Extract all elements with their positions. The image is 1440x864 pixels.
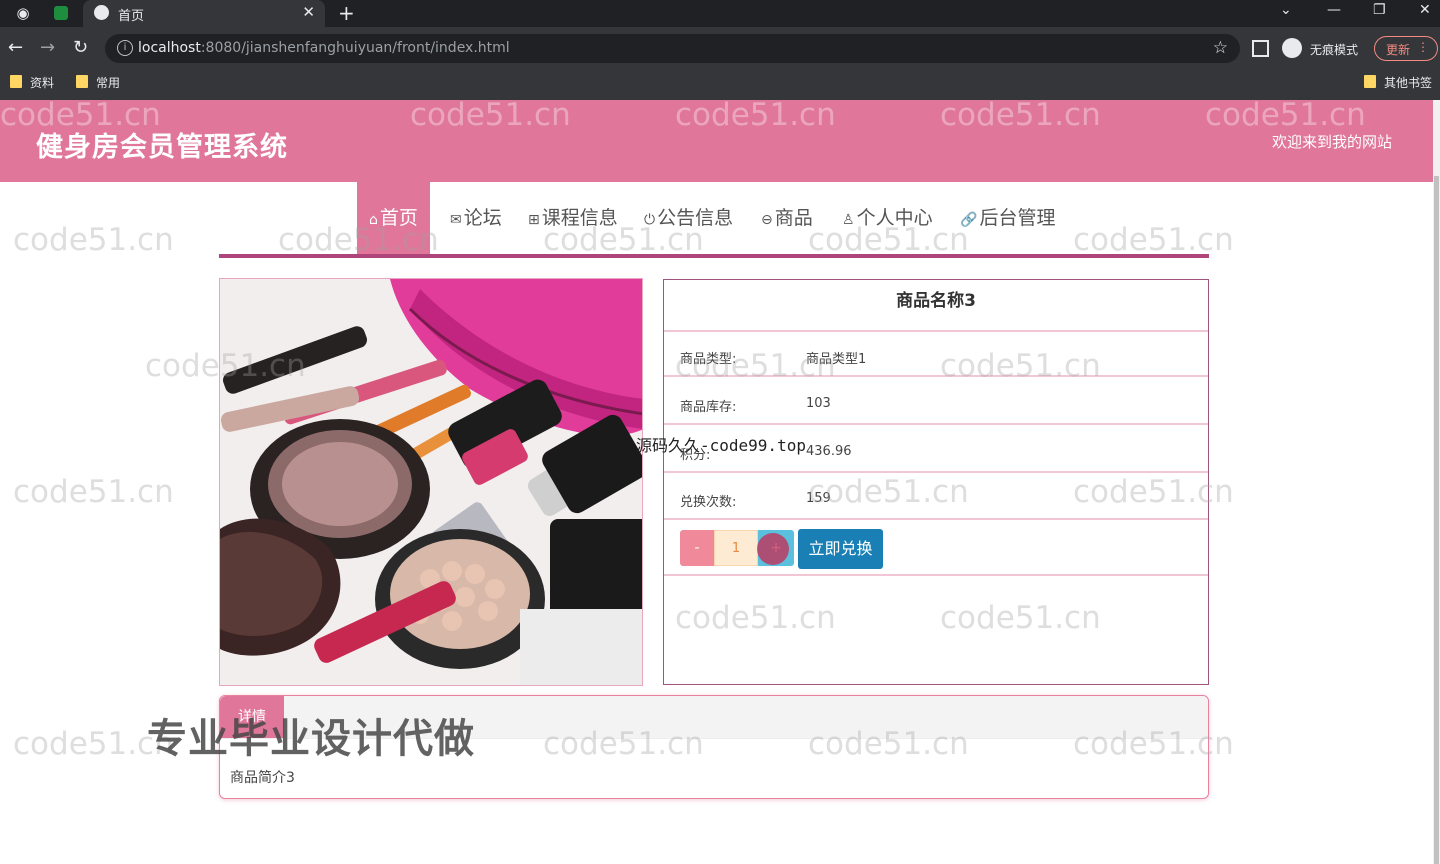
page-scrollbar[interactable] <box>1433 100 1440 864</box>
new-tab-button[interactable]: + <box>338 1 355 25</box>
watermark: code51.cn <box>278 222 439 258</box>
folder-icon <box>1364 75 1376 88</box>
watermark: code51.cn <box>675 348 836 384</box>
watermark: code51.cn <box>940 600 1101 636</box>
field-label: 商品库存: <box>680 400 737 415</box>
decrease-quantity-button[interactable]: - <box>680 530 714 566</box>
watermark: code51.cn <box>0 100 161 133</box>
globe-icon[interactable]: ◉ <box>14 4 32 22</box>
field-value: 436.96 <box>806 444 852 459</box>
watermark: code51.cn <box>1073 726 1234 762</box>
bookmark-star-icon[interactable]: ☆ <box>1213 38 1228 58</box>
field-value: 103 <box>806 396 831 411</box>
forward-arrow-icon[interactable]: → <box>40 37 55 58</box>
bookmark-folder-changyong[interactable]: 常用 <box>76 74 120 91</box>
tab-search-icon[interactable]: ⌄ <box>1280 2 1292 18</box>
watermark: code51.cn <box>543 726 704 762</box>
reload-icon[interactable]: ↻ <box>73 37 88 58</box>
incognito-icon[interactable] <box>1282 38 1302 58</box>
watermark: code51.cn <box>1205 100 1366 133</box>
watermark: code51.cn <box>13 474 174 510</box>
minimize-button[interactable]: — <box>1327 2 1341 18</box>
folder-icon <box>10 75 22 88</box>
nav-item-forum[interactable]: ✉ 论坛 <box>450 182 502 254</box>
close-window-button[interactable]: ✕ <box>1419 2 1431 18</box>
side-panel-icon[interactable] <box>1252 40 1269 57</box>
redeem-actions: - 1 + 立即兑换 <box>664 522 1208 576</box>
watermark: code51.cn <box>940 100 1101 133</box>
watermark: code51.cn <box>675 100 836 133</box>
watermark: code51.cn <box>808 726 969 762</box>
browser-tab-active[interactable]: 首页 ✕ <box>83 0 325 27</box>
product-intro-text: 商品简介3 <box>230 770 295 786</box>
bookmark-folder-ziliao[interactable]: 资料 <box>10 74 54 91</box>
url-text[interactable]: localhost:8080/jianshenfanghuiyuan/front… <box>138 40 510 56</box>
watermark: code51.cn <box>145 348 306 384</box>
folder-icon <box>76 75 88 88</box>
back-arrow-icon[interactable]: ← <box>8 37 23 58</box>
watermark: code51.cn <box>940 348 1101 384</box>
update-button[interactable]: 更新 ⋮ <box>1374 36 1438 61</box>
watermark: code51.cn <box>13 222 174 258</box>
ad-overlay-text: 专业毕业设计代做 <box>147 716 475 762</box>
redeem-now-button[interactable]: 立即兑换 <box>798 529 883 569</box>
browser-tab-bar: ◉ 首页 ✕ + ⌄ — ❐ ✕ <box>0 0 1440 27</box>
close-tab-icon[interactable]: ✕ <box>302 3 315 21</box>
menu-dots-icon[interactable]: ⋮ <box>1417 40 1429 54</box>
grid-icon: ⊞ <box>528 212 540 228</box>
address-bar[interactable]: i localhost:8080/jianshenfanghuiyuan/fro… <box>105 34 1240 63</box>
mail-icon: ✉ <box>450 212 462 228</box>
browser-toolbar: ← → ↻ i localhost:8080/jianshenfanghuiyu… <box>0 27 1440 70</box>
watermark: code51.cn <box>1073 222 1234 258</box>
scrollbar-thumb[interactable] <box>1434 176 1439 864</box>
detail-row-stock: 商品库存: 103 <box>664 379 1208 425</box>
site-info-icon[interactable]: i <box>117 40 133 56</box>
incognito-label: 无痕模式 <box>1310 43 1359 57</box>
restore-button[interactable]: ❐ <box>1373 2 1386 18</box>
product-name: 商品名称3 <box>664 280 1208 332</box>
cosmetics-photo <box>220 279 642 685</box>
watermark: code51.cn <box>1073 474 1234 510</box>
minus-circle-icon: ⊖ <box>761 212 773 228</box>
watermark: code51.cn <box>808 222 969 258</box>
watermark: code51.cn <box>808 474 969 510</box>
nav-item-admin[interactable]: 🔗 后台管理 <box>960 182 1055 254</box>
field-label: 兑换次数: <box>680 495 737 510</box>
page-favicon-icon <box>94 5 109 20</box>
tab-title: 首页 <box>118 9 145 24</box>
watermark: code51.cn <box>543 222 704 258</box>
sheets-icon[interactable] <box>54 6 68 20</box>
watermark: code51.cn <box>675 600 836 636</box>
nav-item-goods[interactable]: ⊖ 商品 <box>761 182 813 254</box>
click-cursor-indicator <box>757 533 789 565</box>
web-page: 健身房会员管理系统 欢迎来到我的网站 ⌂ 首页 ✉ 论坛 ⊞ 课程信息 ⏻ 公告信息 ⊖… <box>0 100 1433 864</box>
welcome-text: 欢迎来到我的网站 <box>1272 133 1393 151</box>
bookmark-folder-other[interactable]: 其他书签 <box>1364 74 1432 91</box>
quantity-input[interactable]: 1 <box>714 530 758 566</box>
watermark: code51.cn <box>410 100 571 133</box>
product-image <box>219 278 643 686</box>
source-site-overlay: 源码久久-code99.top <box>636 436 806 455</box>
bookmarks-bar: 资料 常用 其他书签 <box>0 70 1440 100</box>
